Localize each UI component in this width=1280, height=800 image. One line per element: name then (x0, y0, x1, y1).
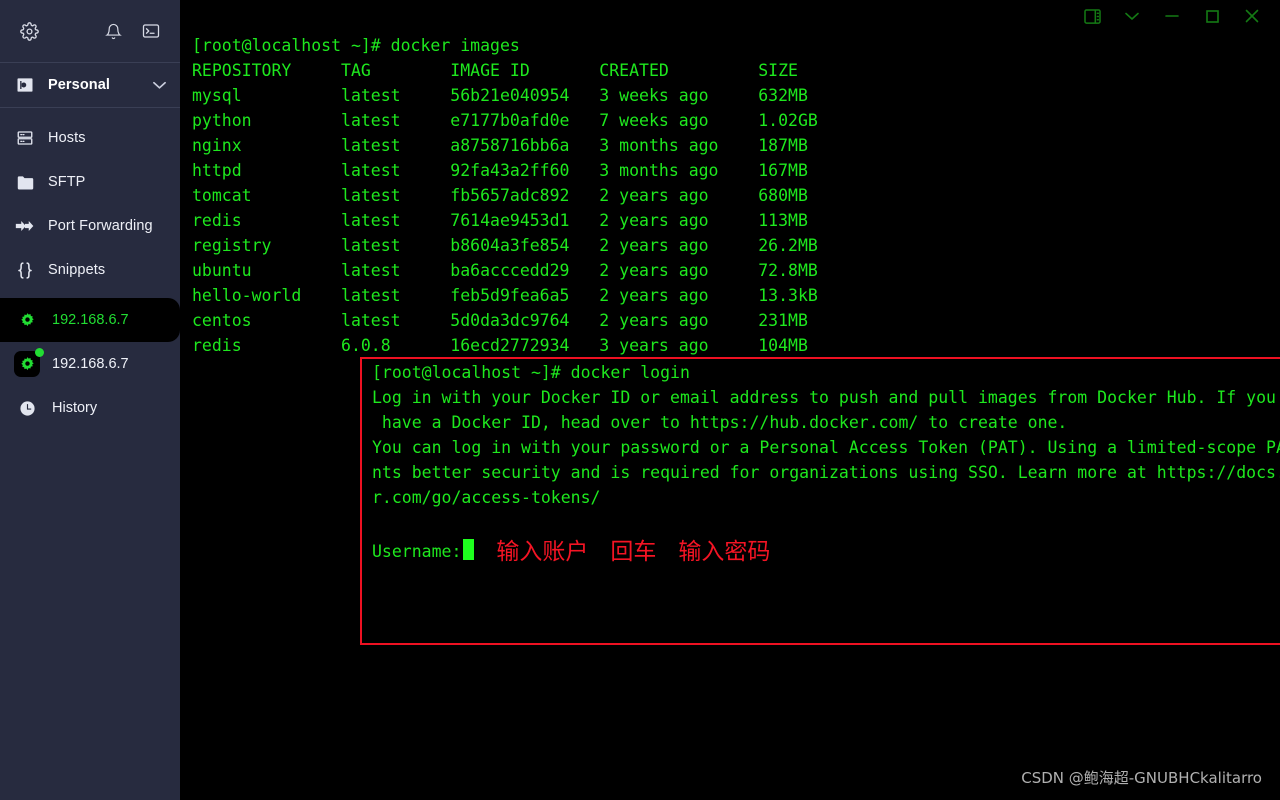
host-gear-icon-wrap (14, 307, 40, 333)
terminal-table-row: tomcat latest fb5657adc892 2 years ago 6… (192, 186, 808, 205)
host-label: 192.168.6.7 (52, 356, 129, 372)
app-window: Personal Hosts SFTP Port Forwarding Snip… (0, 0, 1280, 800)
username-prompt-label: Username: (372, 542, 462, 561)
sidebar-toolbar (0, 0, 180, 62)
server-icon (14, 127, 36, 149)
chevron-down-icon[interactable] (1112, 0, 1152, 32)
text-cursor (463, 539, 475, 560)
terminal-table-row: centos latest 5d0da3dc9764 2 years ago 2… (192, 311, 808, 330)
vault-label: Personal (48, 77, 111, 93)
terminal-line-login-info: r.com/go/access-tokens/ (372, 488, 601, 507)
gear-icon (20, 312, 34, 326)
annotation-press-enter: 回车 (610, 539, 657, 565)
sidebar-menu: Hosts SFTP Port Forwarding Snippets (0, 108, 180, 292)
vault-icon (14, 74, 36, 96)
terminal-line-login-info: You can log in with your password or a P… (372, 438, 1280, 457)
close-icon[interactable] (1232, 0, 1272, 32)
terminal-table-row: nginx latest a8758716bb6a 3 months ago 1… (192, 136, 808, 155)
terminal-table-row: redis latest 7614ae9453d1 2 years ago 11… (192, 211, 808, 230)
notifications-icon[interactable] (102, 20, 124, 42)
sidebar: Personal Hosts SFTP Port Forwarding Snip… (0, 0, 180, 800)
docker-login-output: [root@localhost ~]# docker login Log in … (372, 360, 1280, 565)
annotation-enter-password: 输入密码 (678, 539, 771, 565)
clock-icon (14, 395, 40, 421)
minimize-icon[interactable] (1152, 0, 1192, 32)
sidebar-item-label: Hosts (48, 130, 86, 146)
terminal-line-prompt-login: [root@localhost ~]# docker login (372, 363, 690, 382)
terminal-table-header: REPOSITORY TAG IMAGE ID CREATED SIZE (192, 61, 798, 80)
terminal-table-row: httpd latest 92fa43a2ff60 3 months ago 1… (192, 161, 808, 180)
terminal-icon[interactable] (140, 20, 162, 42)
terminal-table-row: registry latest b8604a3fe854 2 years ago… (192, 236, 818, 255)
folder-icon (14, 171, 36, 193)
sidebar-item-label: Snippets (48, 262, 106, 278)
terminal-line-login-info: nts better security and is required for … (372, 463, 1280, 482)
host-item-active[interactable]: 192.168.6.7 (0, 298, 180, 342)
split-pane-icon[interactable] (1072, 0, 1112, 32)
terminal-output: [root@localhost ~]# docker images REPOSI… (192, 33, 1276, 358)
chevron-down-icon[interactable] (153, 81, 166, 90)
host-item-connected[interactable]: 192.168.6.7 (0, 342, 180, 386)
host-list: 192.168.6.7 192.168.6.7 History (0, 298, 180, 430)
watermark: CSDN @鲍海超-GNUBHCkalitarro (1021, 769, 1262, 787)
annotation-enter-account: 输入账户 (496, 539, 589, 565)
maximize-icon[interactable] (1192, 0, 1232, 32)
gear-icon (20, 356, 34, 370)
terminal-line-login-info: Log in with your Docker ID or email addr… (372, 388, 1280, 407)
terminal-table-row: python latest e7177b0afd0e 7 weeks ago 1… (192, 111, 818, 130)
settings-icon[interactable] (18, 20, 40, 42)
host-gear-icon-wrap (14, 348, 44, 377)
sidebar-item-label: Port Forwarding (48, 218, 153, 234)
sidebar-item-sftp[interactable]: SFTP (0, 160, 180, 204)
braces-icon (14, 259, 36, 281)
sidebar-item-snippets[interactable]: Snippets (0, 248, 180, 292)
sidebar-item-port-forwarding[interactable]: Port Forwarding (0, 204, 180, 248)
window-controls (1072, 0, 1280, 32)
terminal-line-login-info: have a Docker ID, head over to https://h… (372, 413, 1068, 432)
terminal-table-row: mysql latest 56b21e040954 3 weeks ago 63… (192, 86, 808, 105)
sidebar-item-label: SFTP (48, 174, 86, 190)
status-badge (35, 348, 44, 357)
history-label: History (52, 400, 98, 416)
host-label: 192.168.6.7 (52, 312, 129, 328)
sidebar-item-history[interactable]: History (0, 386, 180, 430)
arrows-icon (14, 215, 36, 237)
sidebar-item-hosts[interactable]: Hosts (0, 116, 180, 160)
terminal-panel[interactable]: [root@localhost ~]# docker images REPOSI… (180, 0, 1280, 800)
vault-selector[interactable]: Personal (0, 63, 180, 107)
terminal-table-row: ubuntu latest ba6acccedd29 2 years ago 7… (192, 261, 818, 280)
terminal-table-row: redis 6.0.8 16ecd2772934 3 years ago 104… (192, 336, 808, 355)
username-prompt-row[interactable]: Username: 输入账户 回车 输入密码 (372, 536, 1280, 565)
terminal-line-prompt: [root@localhost ~]# docker images (192, 36, 520, 55)
terminal-table-row: hello-world latest feb5d9fea6a5 2 years … (192, 286, 818, 305)
